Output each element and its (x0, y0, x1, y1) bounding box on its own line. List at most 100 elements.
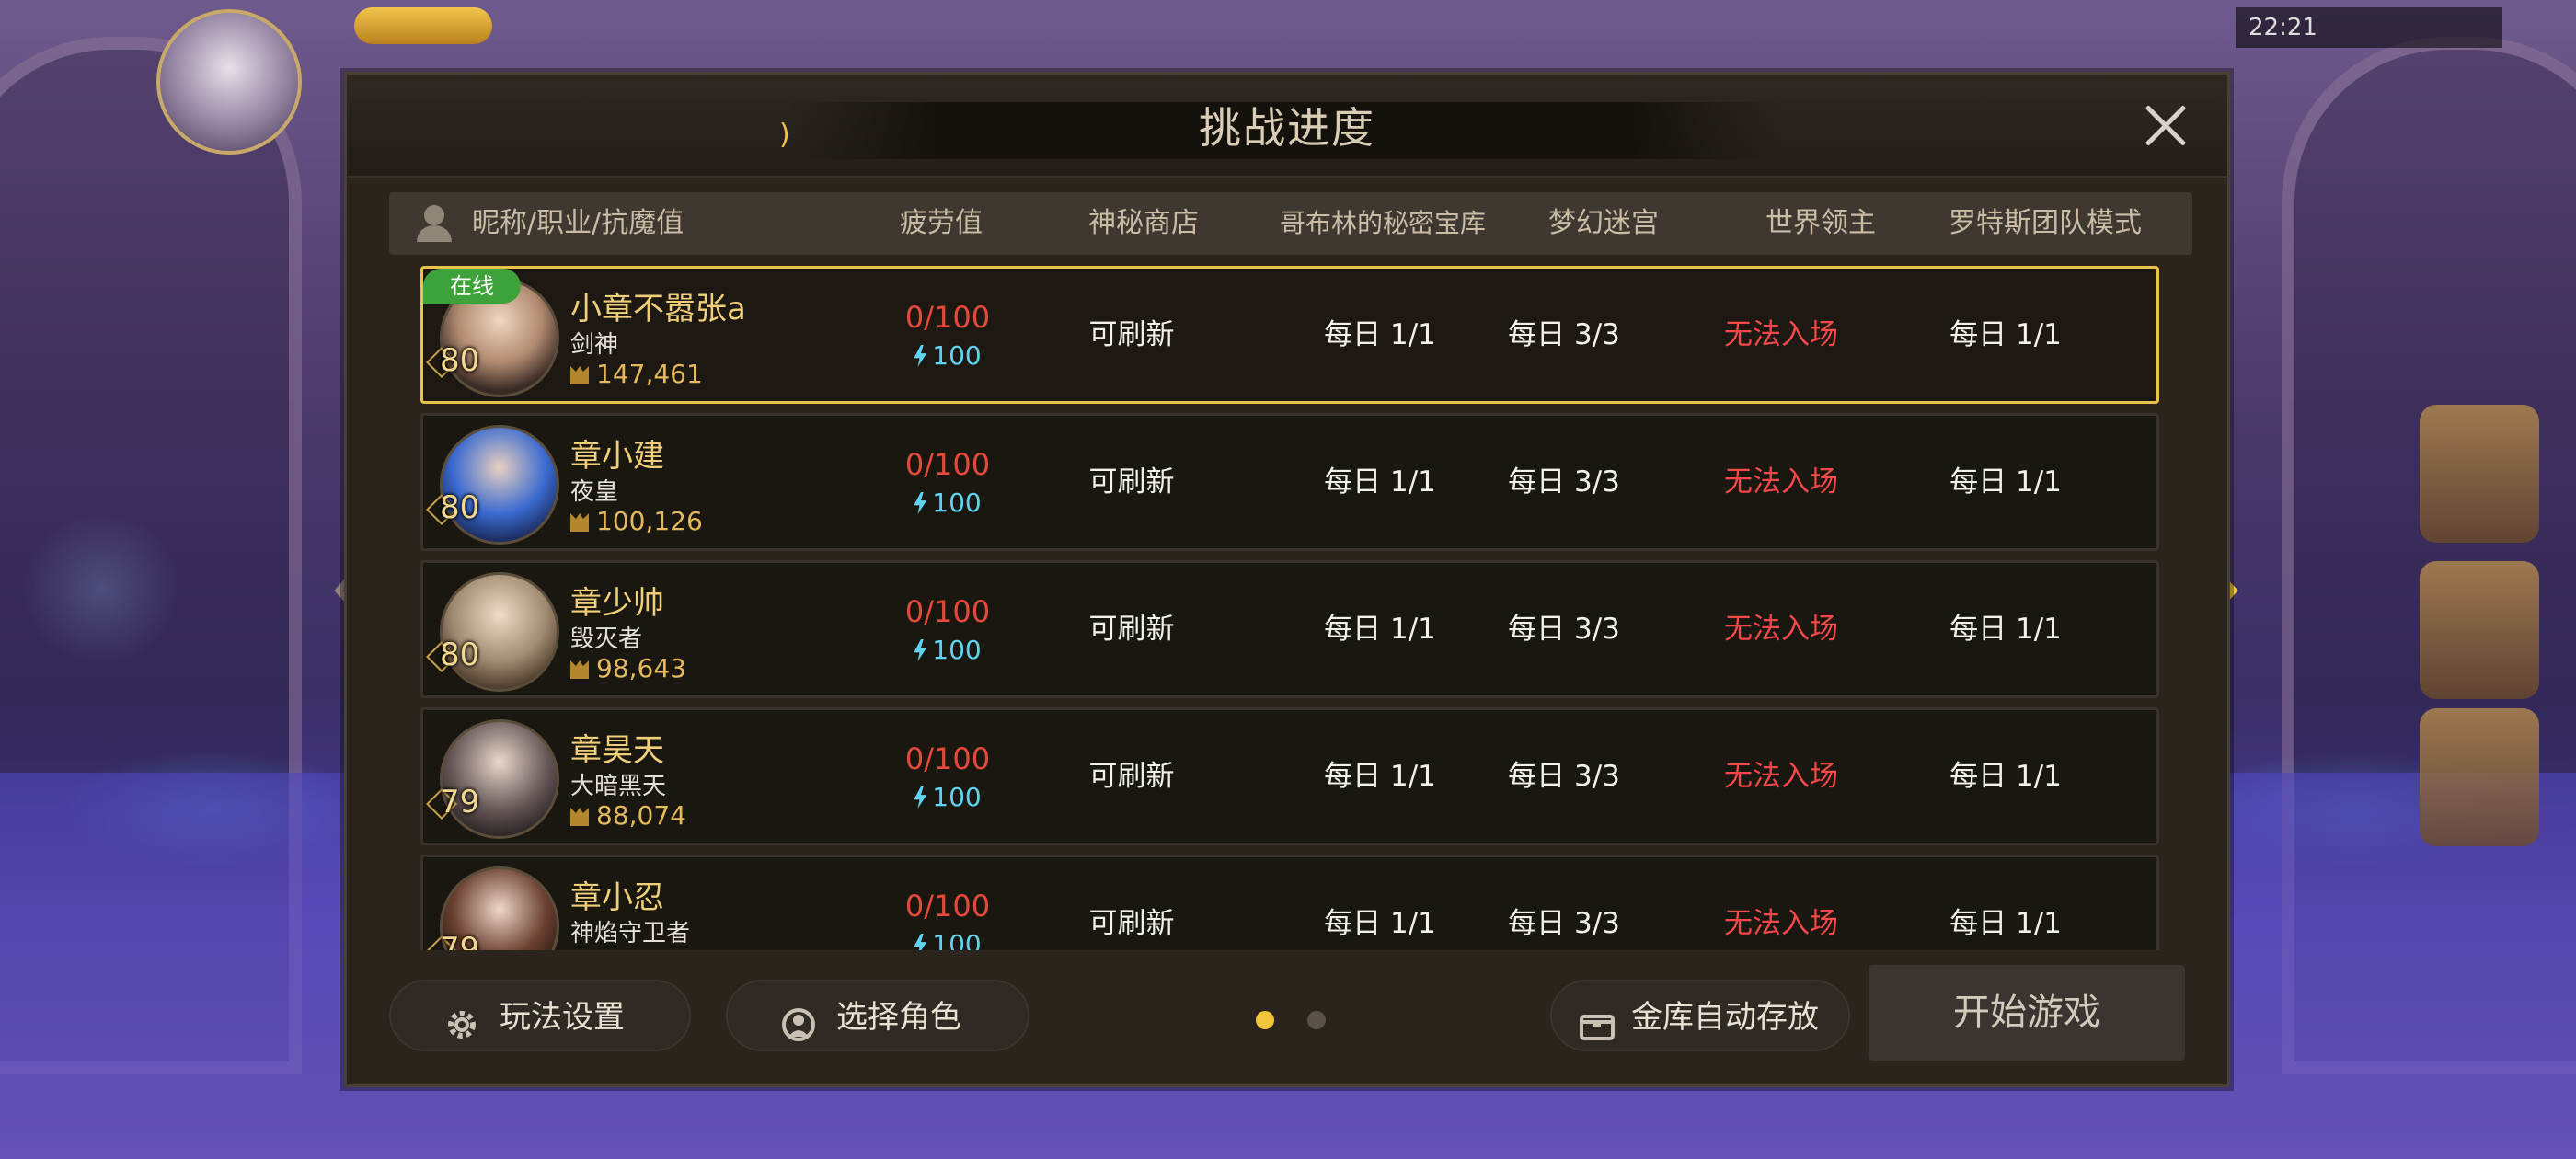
boss-status: 无法入场 (1724, 318, 1838, 351)
character-name: 章小建 (570, 438, 664, 475)
character-name: 章小忍 (570, 879, 664, 916)
character-row[interactable]: 79 章昊天 大暗黑天 88,074 0/100 100 可刷新 每日 1/1 … (420, 707, 2159, 845)
raid-status: 每日 1/1 (1949, 760, 2062, 793)
gold-badge (354, 7, 492, 44)
character-job: 夜皇 (570, 478, 619, 506)
character-name: 小章不嚣张a (570, 291, 746, 327)
column-header-goblin: 哥布林的秘密宝库 (1279, 208, 1486, 238)
character-power: 147,461 (570, 359, 703, 389)
lightning-icon (914, 786, 927, 809)
shop-status: 可刷新 (1088, 465, 1175, 499)
table-header: 昵称/职业/抗魔值 疲劳值 神秘商店 哥布林的秘密宝库 梦幻迷宫 世界领主 罗特… (389, 192, 2192, 255)
column-header-maze: 梦幻迷宫 (1548, 207, 1659, 239)
character-list[interactable]: 在线 80 小章不嚣张a 剑神 147,461 0/100 100 可刷新 每日… (420, 266, 2159, 950)
select-character-button[interactable]: 选择角色 (726, 980, 1029, 1051)
character-power: 100,126 (570, 506, 703, 536)
close-icon[interactable] (2135, 97, 2194, 155)
boss-status: 无法入场 (1724, 613, 1838, 646)
character-name: 章少帅 (570, 585, 664, 622)
character-power: 88,074 (570, 800, 686, 831)
column-header-name: 昵称/职业/抗魔值 (472, 207, 684, 239)
maze-status: 每日 3/3 (1508, 465, 1620, 499)
power-value: 100,126 (596, 506, 703, 536)
character-level: 80 (440, 637, 480, 673)
power-value: 98,643 (596, 653, 686, 683)
profile-icon (415, 205, 454, 242)
start-game-button[interactable]: 开始游戏 (1869, 965, 2185, 1061)
fatigue-value: 0/100 (904, 594, 991, 629)
character-job: 剑神 (570, 331, 619, 359)
character-level: 80 (440, 342, 480, 379)
fatigue-value: 0/100 (904, 889, 991, 924)
character-name: 章昊天 (570, 732, 664, 769)
page-dot-active[interactable] (1256, 1011, 1274, 1029)
side-menu-icon[interactable] (2420, 708, 2539, 846)
settings-label: 玩法设置 (500, 999, 625, 1036)
energy-number: 100 (932, 635, 982, 665)
raid-status: 每日 1/1 (1949, 907, 2062, 940)
fatigue-value: 0/100 (904, 447, 991, 482)
treasure-chest-icon (1578, 998, 1616, 1040)
raid-status: 每日 1/1 (1949, 613, 2062, 646)
fatigue-value: 0/100 (904, 741, 991, 776)
power-value: 88,074 (596, 800, 686, 831)
energy-value: 100 (856, 782, 1040, 812)
shop-status: 可刷新 (1088, 613, 1175, 646)
system-status-bar: 22:21 (2236, 7, 2502, 48)
dialog-title: 挑战进度 (1199, 103, 1375, 153)
character-level: 79 (440, 931, 480, 950)
gameplay-settings-button[interactable]: 玩法设置 (389, 980, 691, 1051)
energy-value: 100 (856, 635, 1040, 665)
character-power: 98,643 (570, 653, 686, 683)
column-header-boss: 世界领主 (1765, 207, 1876, 239)
character-job: 毁灭者 (570, 625, 643, 653)
maze-status: 每日 3/3 (1508, 907, 1620, 940)
boss-status: 无法入场 (1724, 760, 1838, 793)
crown-icon (570, 808, 589, 826)
character-row[interactable]: 80 章少帅 毁灭者 98,643 0/100 100 可刷新 每日 1/1 每… (420, 560, 2159, 698)
challenge-progress-dialog: ) 挑战进度 昵称/职业/抗魔值 疲劳值 神秘商店 哥布林的秘密宝库 梦幻迷宫 … (344, 72, 2230, 1087)
crown-icon (570, 513, 589, 532)
raid-status: 每日 1/1 (1949, 318, 2062, 351)
character-row[interactable]: 80 章小建 夜皇 100,126 0/100 100 可刷新 每日 1/1 每… (420, 413, 2159, 551)
dialog-titlebar: ) 挑战进度 (347, 75, 2227, 178)
energy-value: 100 (856, 488, 1040, 518)
column-header-fatigue: 疲劳值 (900, 207, 983, 239)
character-job: 神焰守卫者 (570, 920, 691, 947)
side-menu-icon[interactable] (2420, 561, 2539, 699)
side-menu-icon[interactable] (2420, 405, 2539, 543)
maze-status: 每日 3/3 (1508, 613, 1620, 646)
boss-status: 无法入场 (1724, 907, 1838, 940)
power-value: 147,461 (596, 359, 703, 389)
character-level: 80 (440, 489, 480, 526)
lightning-icon (914, 639, 927, 661)
page-dot[interactable] (1307, 1011, 1326, 1029)
character-portrait (440, 572, 559, 692)
crown-icon (570, 366, 589, 384)
energy-number: 100 (932, 929, 982, 950)
vault-auto-store-label: 金库自动存放 (1631, 999, 1819, 1036)
energy-number: 100 (932, 782, 982, 812)
shop-status: 可刷新 (1088, 318, 1175, 351)
lightning-icon (914, 492, 927, 514)
boss-status: 无法入场 (1724, 465, 1838, 499)
shop-status: 可刷新 (1088, 760, 1175, 793)
crown-icon (570, 660, 589, 679)
player-avatar[interactable] (156, 9, 302, 155)
character-row[interactable]: 79 章小忍 神焰守卫者 0/100 100 可刷新 每日 1/1 每日 3/3… (420, 855, 2159, 950)
fatigue-value: 0/100 (904, 300, 991, 335)
gear-icon (443, 998, 481, 1039)
character-row[interactable]: 在线 80 小章不嚣张a 剑神 147,461 0/100 100 可刷新 每日… (420, 266, 2159, 404)
shop-status: 可刷新 (1088, 907, 1175, 940)
character-portrait (440, 719, 559, 839)
energy-value: 100 (856, 340, 1040, 371)
vault-auto-store-button[interactable]: 金库自动存放 (1550, 980, 1850, 1051)
column-header-shop: 神秘商店 (1088, 207, 1199, 239)
character-job: 大暗黑天 (570, 773, 667, 800)
online-badge: 在线 (423, 269, 521, 304)
column-header-raid: 罗特斯团队模式 (1949, 207, 2142, 239)
clock-text: 22:21 (2248, 14, 2317, 41)
dialog-footer: 玩法设置 选择角色 金库自动存放 开始游戏 (347, 956, 2227, 1084)
lightning-icon (914, 934, 927, 950)
raid-status: 每日 1/1 (1949, 465, 2062, 499)
